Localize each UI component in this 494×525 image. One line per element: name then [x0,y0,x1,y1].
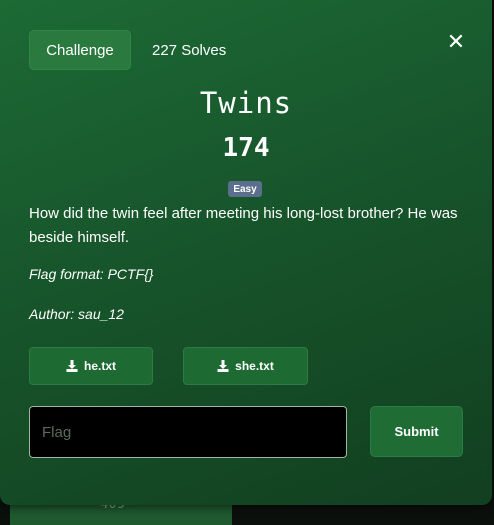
close-icon[interactable]: ✕ [444,29,468,54]
challenge-modal: Challenge 227 Solves ✕ Twins 174 Easy Ho… [0,0,492,505]
flag-input[interactable] [29,406,347,458]
flag-format-note: Flag format: PCTF{} [29,266,154,282]
submit-button[interactable]: Submit [370,406,463,457]
file-name-label: she.txt [235,359,274,373]
download-icon [217,360,229,372]
challenge-description: How did the twin feel after meeting his … [29,205,458,246]
download-icon [66,360,78,372]
challenge-title: Twins [199,86,293,120]
download-she-button[interactable]: she.txt [183,347,308,385]
solves-count[interactable]: 227 Solves [152,42,226,59]
difficulty-badge: Easy [228,181,262,197]
author-note: Author: sau_12 [29,306,124,322]
download-he-button[interactable]: he.txt [29,347,153,385]
file-name-label: he.txt [83,359,116,373]
challenge-points: 174 [222,133,270,163]
tab-challenge[interactable]: Challenge [29,30,131,70]
